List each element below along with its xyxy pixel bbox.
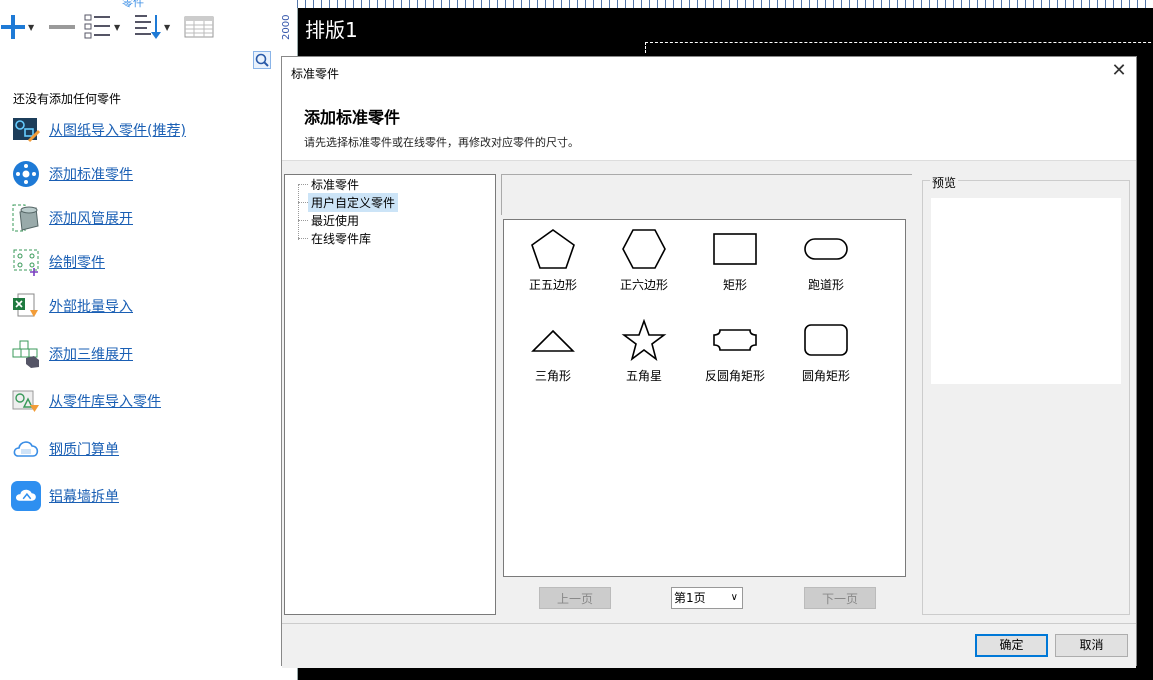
chevron-down-icon: ▼ <box>164 22 171 32</box>
ok-button[interactable]: 确定 <box>975 634 1048 657</box>
cancel-button[interactable]: 取消 <box>1055 634 1128 657</box>
dialog-title: 标准零件 <box>291 67 340 81</box>
add-duct-unfold-link[interactable]: 添加风管展开 <box>11 203 133 233</box>
duct-unfold-icon <box>11 203 41 233</box>
preview-area <box>931 198 1121 384</box>
sheet-boundary <box>645 42 1153 53</box>
steel-door-icon <box>11 434 41 464</box>
aluminum-curtain-wall-icon <box>11 481 41 511</box>
minus-icon <box>49 25 75 29</box>
dialog-titlebar: 标准零件 ✕ <box>282 57 1136 86</box>
draw-part-icon <box>11 247 41 277</box>
tree-item-standard-parts[interactable]: 标准零件 <box>298 175 362 193</box>
import-from-library-link[interactable]: 从零件库导入零件 <box>11 386 161 416</box>
next-page-button[interactable]: 下一页 <box>804 587 876 609</box>
panel-title: 零件 <box>122 0 144 9</box>
standard-part-icon <box>11 159 41 189</box>
pentagon-icon <box>531 229 575 269</box>
pager: 上一页 第1页 ∨ 下一页 <box>501 579 911 613</box>
horizontal-ruler <box>297 0 1153 8</box>
dialog-footer: 确定 取消 <box>282 623 1136 668</box>
tree-item-user-defined-parts[interactable]: 用户自定义零件 <box>298 192 399 212</box>
layout-title: 排版1 <box>305 18 358 42</box>
table-icon <box>184 16 214 38</box>
sort-button[interactable]: ▼ <box>134 10 170 44</box>
search-button[interactable] <box>253 51 271 69</box>
parts-panel: 零件 ▼ ▼ ▼ 还没有添加任何零件 从图纸导入零件(推荐) 添加标准零件 添加… <box>0 0 279 680</box>
chevron-down-icon: ∨ <box>730 592 738 603</box>
import-drawing-icon <box>11 115 41 145</box>
add-standard-part-link[interactable]: 添加标准零件 <box>11 159 133 189</box>
aluminum-curtain-wall-link[interactable]: 铝幕墙拆单 <box>11 481 119 511</box>
rectangle-icon <box>713 233 757 265</box>
parts-grid: 正五边形 正六边形 矩形 跑道形 三角形 五角星 反圆角矩形 圆角矩形 <box>503 219 906 577</box>
racetrack-icon <box>804 238 848 260</box>
draw-part-link[interactable]: 绘制零件 <box>11 247 105 277</box>
part-pentagon[interactable]: 正五边形 <box>508 228 598 298</box>
3d-unfold-icon <box>11 339 41 369</box>
part-triangle[interactable]: 三角形 <box>508 319 598 389</box>
tree-item-recently-used[interactable]: 最近使用 <box>298 211 362 229</box>
page-select[interactable]: 第1页 ∨ <box>671 587 743 609</box>
import-from-drawing-link[interactable]: 从图纸导入零件(推荐) <box>11 115 186 145</box>
close-icon[interactable]: ✕ <box>1108 61 1130 81</box>
chevron-down-icon: ▼ <box>28 22 35 32</box>
remove-button[interactable] <box>48 10 76 44</box>
star-icon <box>621 319 667 361</box>
table-view-button[interactable] <box>184 10 214 44</box>
external-batch-import-link[interactable]: 外部批量导入 <box>11 291 133 321</box>
part-inverse-rounded-rectangle[interactable]: 反圆角矩形 <box>690 319 780 389</box>
prev-page-button[interactable]: 上一页 <box>539 587 611 609</box>
tree-item-online-library[interactable]: 在线零件库 <box>298 229 374 247</box>
triangle-icon <box>531 329 575 352</box>
part-rounded-rectangle[interactable]: 圆角矩形 <box>781 319 871 389</box>
part-rectangle[interactable]: 矩形 <box>690 228 780 298</box>
part-hexagon[interactable]: 正六边形 <box>599 228 689 298</box>
excel-import-icon <box>11 291 41 321</box>
standard-parts-dialog: 标准零件 ✕ 添加标准零件 请先选择标准零件或在线零件，再修改对应零件的尺寸。 … <box>281 56 1137 668</box>
add-button[interactable]: ▼ <box>0 10 34 44</box>
hexagon-icon <box>622 229 666 269</box>
add-3d-unfold-link[interactable]: 添加三维展开 <box>11 339 133 369</box>
preview-label: 预览 <box>930 174 959 191</box>
dialog-subtitle: 请先选择标准零件或在线零件，再修改对应零件的尺寸。 <box>304 136 579 149</box>
empty-parts-text: 还没有添加任何零件 <box>13 92 122 106</box>
category-tree[interactable]: 标准零件 用户自定义零件 最近使用 在线零件库 <box>284 174 496 615</box>
dialog-header: 添加标准零件 请先选择标准零件或在线零件，再修改对应零件的尺寸。 <box>282 86 1136 161</box>
part-star[interactable]: 五角星 <box>599 319 689 389</box>
ruler-number: 2000 <box>281 14 292 40</box>
list-view-button[interactable]: ▼ <box>84 10 120 44</box>
steel-door-order-link[interactable]: 钢质门算单 <box>11 434 119 464</box>
dialog-heading: 添加标准零件 <box>304 108 401 127</box>
rounded-rectangle-icon <box>804 324 848 356</box>
search-icon <box>255 53 269 67</box>
inverse-rounded-rectangle-icon <box>713 329 757 351</box>
plus-icon <box>1 15 25 39</box>
part-racetrack[interactable]: 跑道形 <box>781 228 871 298</box>
grid-toolbar-area <box>501 174 912 215</box>
part-library-icon <box>11 386 41 416</box>
list-icon <box>84 14 110 39</box>
chevron-down-icon: ▼ <box>114 22 121 32</box>
sort-icon <box>135 15 161 39</box>
